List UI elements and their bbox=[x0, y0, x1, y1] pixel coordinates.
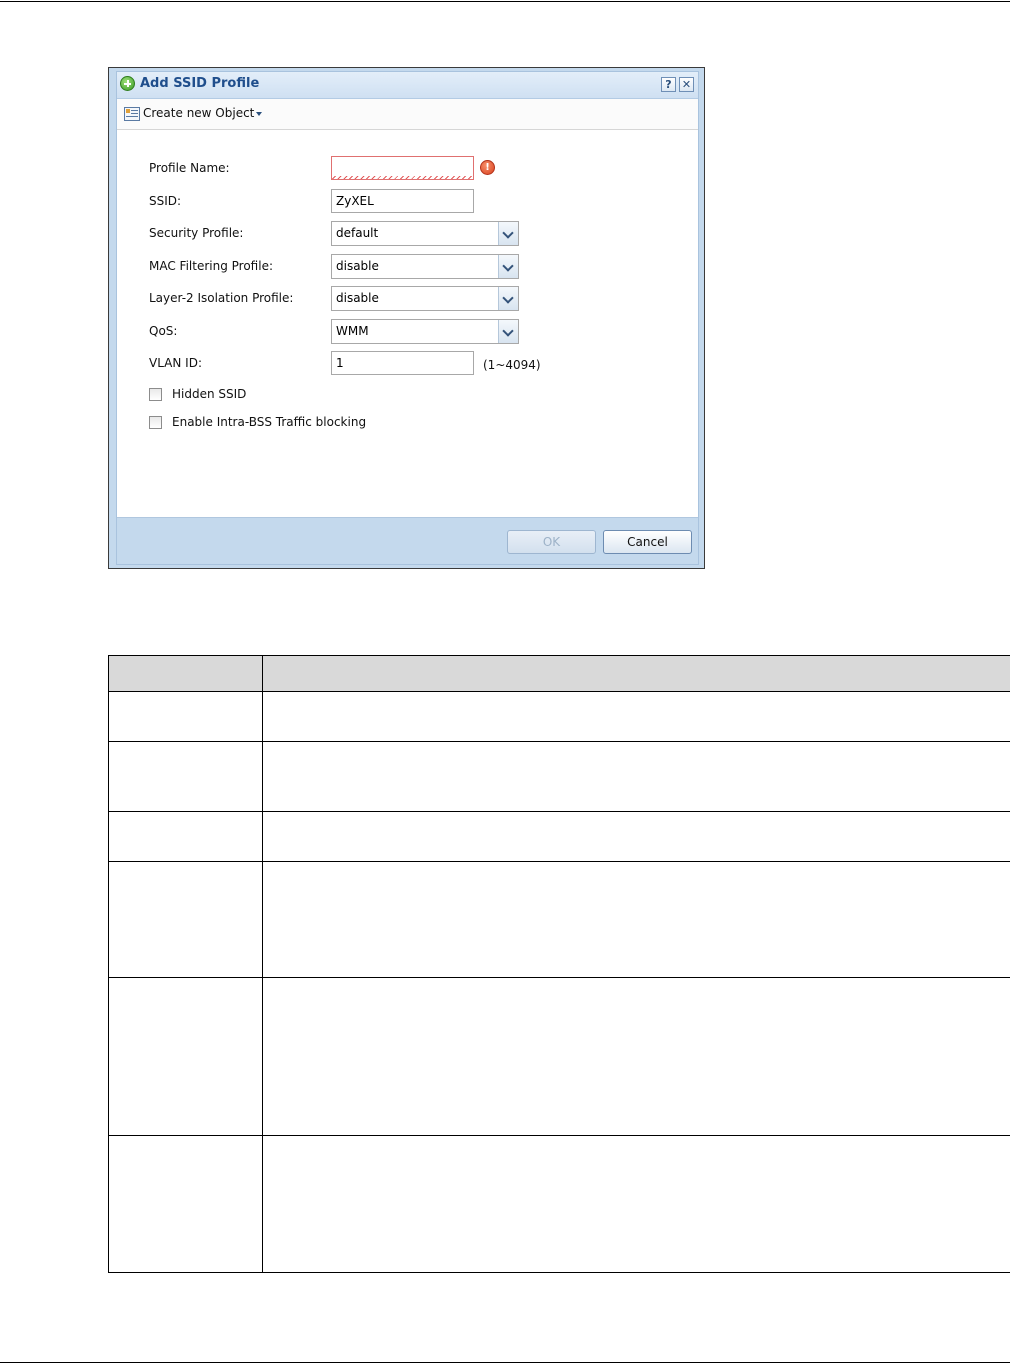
dropdown-caret-icon bbox=[256, 111, 263, 116]
layer2-isolation-profile-value: disable bbox=[336, 291, 379, 305]
vlan-id-label: VLAN ID: bbox=[149, 356, 202, 370]
table-row bbox=[108, 691, 1010, 742]
mac-filtering-profile-select[interactable]: disable bbox=[331, 254, 519, 279]
profile-name-label: Profile Name: bbox=[149, 161, 230, 175]
hidden-ssid-checkbox[interactable] bbox=[149, 388, 162, 401]
table-cell bbox=[108, 811, 263, 862]
mac-filtering-profile-value: disable bbox=[336, 259, 379, 273]
vlan-id-input[interactable]: 1 bbox=[331, 351, 474, 375]
dialog-body: Add SSID Profile ? ✕ Create new Object P… bbox=[116, 71, 699, 565]
chevron-down-icon[interactable] bbox=[498, 222, 518, 245]
help-button[interactable]: ? bbox=[661, 77, 676, 92]
table-cell bbox=[108, 1135, 263, 1273]
add-ssid-profile-dialog: Add SSID Profile ? ✕ Create new Object P… bbox=[108, 67, 705, 569]
table-cell bbox=[108, 741, 263, 812]
security-profile-select[interactable]: default bbox=[331, 221, 519, 246]
table-cell bbox=[262, 811, 1010, 862]
table-cell bbox=[108, 691, 263, 742]
dialog-footer: OK Cancel bbox=[117, 517, 698, 564]
table-cell bbox=[262, 691, 1010, 742]
table-cell bbox=[262, 1135, 1010, 1273]
qos-select[interactable]: WMM bbox=[331, 319, 519, 344]
error-icon: ! bbox=[480, 160, 495, 175]
create-new-object-label: Create new Object bbox=[143, 106, 255, 120]
table-cell bbox=[108, 977, 263, 1136]
table-cell bbox=[262, 861, 1010, 978]
security-profile-value: default bbox=[336, 226, 379, 240]
create-new-object-menu[interactable]: Create new Object bbox=[143, 106, 263, 120]
cancel-button[interactable]: Cancel bbox=[603, 530, 692, 554]
table-cell bbox=[108, 861, 263, 978]
add-icon bbox=[120, 76, 135, 91]
object-list-icon bbox=[124, 107, 140, 121]
qos-label: QoS: bbox=[149, 324, 178, 338]
ssid-label: SSID: bbox=[149, 194, 182, 208]
reference-table bbox=[108, 655, 1010, 1273]
layer2-isolation-profile-select[interactable]: disable bbox=[331, 286, 519, 311]
ok-button[interactable]: OK bbox=[507, 530, 596, 554]
profile-name-input[interactable] bbox=[331, 156, 474, 180]
dialog-toolbar: Create new Object bbox=[117, 99, 698, 130]
chevron-down-icon[interactable] bbox=[498, 255, 518, 278]
table-header-cell bbox=[108, 655, 263, 692]
dialog-title: Add SSID Profile bbox=[140, 76, 260, 91]
chevron-down-icon[interactable] bbox=[498, 320, 518, 343]
vlan-id-range-hint: (1~4094) bbox=[483, 358, 541, 372]
table-cell bbox=[262, 741, 1010, 812]
hidden-ssid-label[interactable]: Hidden SSID bbox=[172, 387, 246, 401]
layer2-isolation-profile-label: Layer-2 Isolation Profile: bbox=[149, 291, 294, 305]
page-bottom-rule bbox=[0, 1362, 1010, 1363]
table-header-row bbox=[108, 655, 1010, 692]
table-row bbox=[108, 811, 1010, 862]
table-header-cell bbox=[262, 655, 1010, 692]
close-button[interactable]: ✕ bbox=[679, 77, 694, 92]
table-cell bbox=[262, 977, 1010, 1136]
intra-bss-checkbox[interactable] bbox=[149, 416, 162, 429]
chevron-down-icon[interactable] bbox=[498, 287, 518, 310]
page-top-rule bbox=[0, 1, 1010, 2]
ssid-input[interactable]: ZyXEL bbox=[331, 189, 474, 213]
table-row bbox=[108, 1135, 1010, 1273]
table-row bbox=[108, 977, 1010, 1136]
table-row bbox=[108, 741, 1010, 812]
table-row bbox=[108, 861, 1010, 978]
qos-value: WMM bbox=[336, 324, 369, 338]
intra-bss-label[interactable]: Enable Intra-BSS Traffic blocking bbox=[172, 415, 366, 429]
dialog-titlebar: Add SSID Profile ? ✕ bbox=[117, 72, 698, 99]
mac-filtering-profile-label: MAC Filtering Profile: bbox=[149, 259, 273, 273]
security-profile-label: Security Profile: bbox=[149, 226, 244, 240]
